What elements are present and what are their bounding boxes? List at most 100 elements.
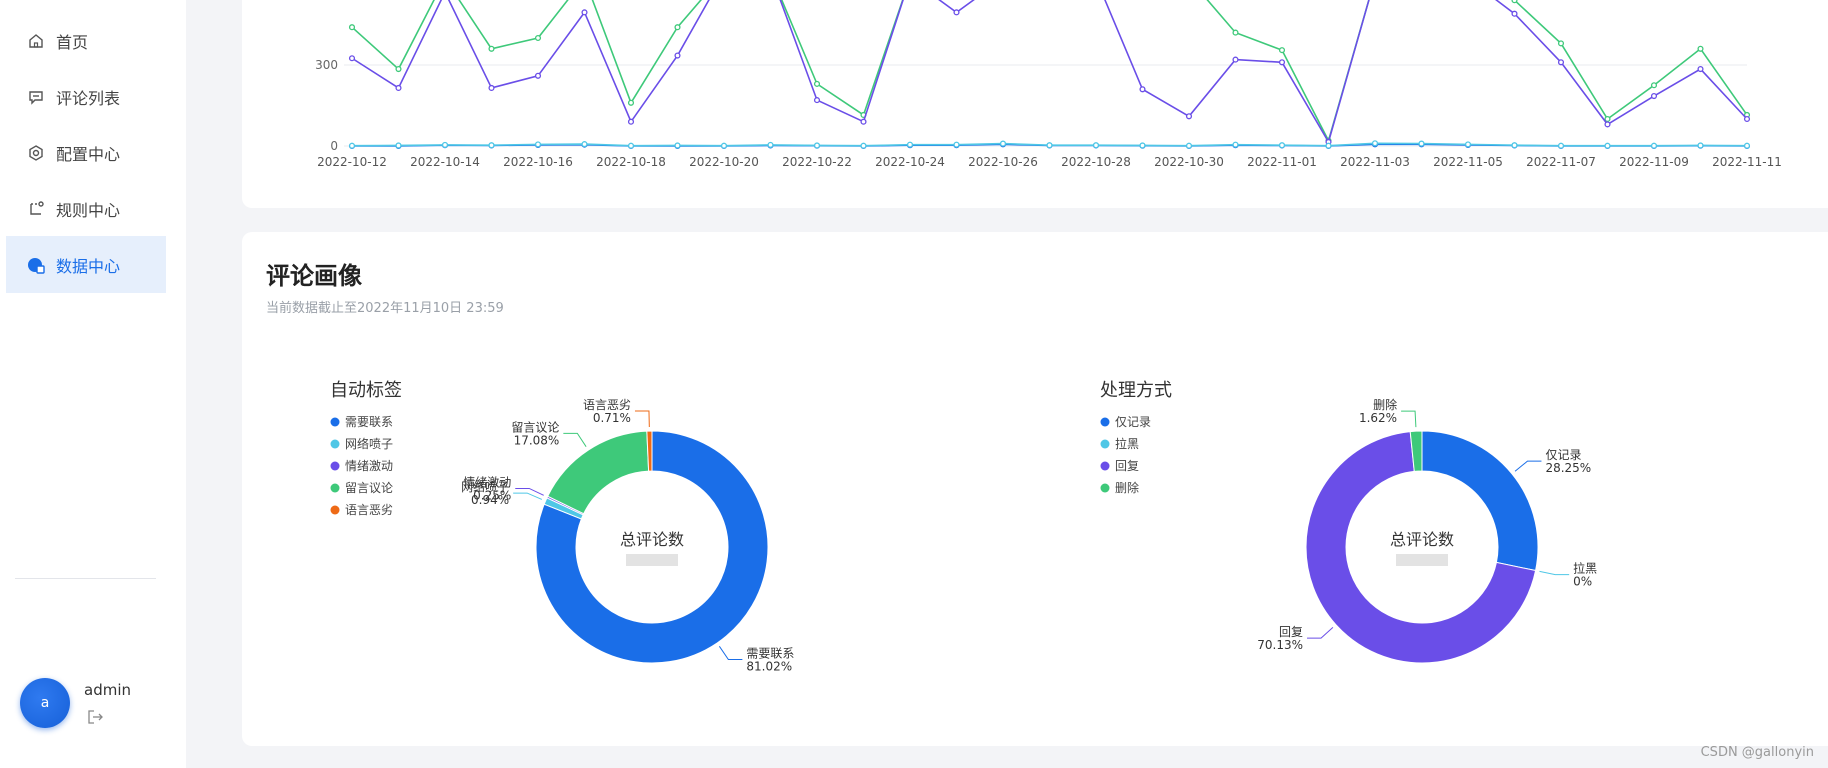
data-point[interactable]	[813, 142, 821, 149]
data-point[interactable]	[488, 45, 495, 52]
legend-item[interactable]: 仅记录	[1115, 415, 1151, 429]
data-point[interactable]	[1278, 59, 1286, 66]
data-point[interactable]	[534, 141, 542, 148]
data-point[interactable]	[627, 99, 635, 106]
sidebar-item-rules[interactable]: 规则中心	[6, 180, 166, 237]
data-point[interactable]	[1557, 40, 1565, 47]
data-point[interactable]	[674, 142, 681, 149]
logout-icon[interactable]	[86, 708, 104, 726]
data-point[interactable]	[1650, 93, 1658, 100]
pie-slice[interactable]	[547, 430, 650, 515]
data-point[interactable]	[581, 9, 588, 16]
data-point[interactable]	[813, 97, 821, 104]
data-point[interactable]	[999, 140, 1007, 147]
data-point[interactable]	[767, 141, 774, 148]
data-icon	[26, 255, 46, 275]
legend-item[interactable]: 网络喷子	[345, 436, 393, 451]
data-point[interactable]	[1232, 141, 1239, 148]
data-point[interactable]	[1371, 140, 1379, 147]
data-point[interactable]	[1743, 142, 1751, 149]
data-point[interactable]	[1139, 86, 1146, 93]
legend-item[interactable]: 语言恶劣	[345, 503, 393, 517]
data-point[interactable]	[1697, 66, 1704, 73]
data-point[interactable]	[860, 142, 867, 149]
data-point[interactable]	[674, 52, 681, 59]
data-point[interactable]	[1185, 142, 1193, 149]
data-point[interactable]	[488, 142, 495, 149]
data-point[interactable]	[1511, 0, 1518, 4]
data-point[interactable]	[1185, 113, 1193, 120]
legend-title: 自动标签	[330, 380, 402, 401]
data-point[interactable]	[1278, 142, 1286, 149]
data-point[interactable]	[1278, 47, 1286, 54]
sidebar-item-home[interactable]: 首页	[6, 12, 166, 69]
legend-item[interactable]: 回复	[1115, 459, 1139, 473]
data-point[interactable]	[720, 142, 728, 149]
slice-percent-label: 0%	[1573, 575, 1592, 589]
data-point[interactable]	[1511, 10, 1518, 17]
x-tick-label: 2022-11-09	[1619, 155, 1689, 169]
donut-center-label: 总评论数	[620, 530, 684, 549]
data-point[interactable]	[627, 118, 635, 125]
data-point[interactable]	[348, 24, 356, 31]
legend-item[interactable]: 留言议论	[345, 481, 393, 495]
data-point[interactable]	[1650, 142, 1658, 149]
data-point[interactable]	[1743, 115, 1751, 123]
x-tick-label: 2022-10-28	[1061, 155, 1131, 169]
data-point[interactable]	[395, 84, 402, 91]
sidebar-item-comment-list[interactable]: 评论列表	[6, 68, 166, 125]
legend-item[interactable]: 拉黑	[1115, 436, 1139, 451]
series-line	[351, 0, 1748, 143]
data-point[interactable]	[1650, 82, 1658, 89]
watermark: CSDN @gallonyin	[1700, 745, 1814, 760]
data-point[interactable]	[813, 80, 821, 87]
legend-item[interactable]: 删除	[1115, 480, 1139, 495]
data-point[interactable]	[1604, 115, 1611, 123]
data-point[interactable]	[581, 141, 588, 148]
data-point[interactable]	[1511, 142, 1518, 149]
sidebar-item-config[interactable]: 配置中心	[6, 124, 166, 181]
data-point[interactable]	[1604, 142, 1611, 149]
x-tick-label: 2022-11-01	[1247, 155, 1317, 169]
data-point[interactable]	[348, 142, 356, 149]
data-point[interactable]	[1325, 142, 1332, 149]
data-point[interactable]	[674, 24, 681, 31]
data-point[interactable]	[1232, 56, 1239, 63]
trend-card: 0 300 2022-10-12 2022-10-14 2022-10-16 2022-1…	[242, 0, 1828, 208]
data-point[interactable]	[1092, 142, 1100, 149]
data-point[interactable]	[534, 34, 542, 42]
legend-item[interactable]: 需要联系	[345, 415, 393, 429]
pie-slice[interactable]	[1421, 430, 1539, 572]
data-point[interactable]	[1418, 140, 1425, 147]
data-point[interactable]	[534, 72, 542, 79]
legend-item[interactable]: 情绪激动	[345, 459, 393, 473]
label-leader-line	[1539, 570, 1570, 576]
data-point[interactable]	[348, 55, 356, 62]
data-point[interactable]	[953, 9, 960, 16]
data-point[interactable]	[1697, 45, 1704, 52]
data-point[interactable]	[1557, 59, 1565, 66]
data-point[interactable]	[441, 141, 449, 148]
data-point[interactable]	[1557, 142, 1565, 149]
avatar[interactable]: a	[20, 678, 70, 728]
data-point[interactable]	[1604, 121, 1611, 128]
data-point[interactable]	[860, 118, 867, 125]
avatar-letter: a	[40, 695, 50, 711]
x-tick-label: 2022-10-14	[410, 155, 480, 169]
data-point[interactable]	[906, 141, 914, 148]
data-point[interactable]	[395, 66, 402, 73]
x-tick-label: 2022-11-07	[1526, 155, 1596, 169]
data-point[interactable]	[1232, 29, 1239, 36]
data-point[interactable]	[953, 141, 960, 148]
data-point[interactable]	[627, 142, 635, 149]
sidebar-item-data-center[interactable]: 数据中心	[6, 236, 166, 293]
data-point[interactable]	[488, 84, 495, 91]
data-point[interactable]	[395, 142, 402, 149]
data-point[interactable]	[1464, 141, 1472, 148]
data-point[interactable]	[1046, 142, 1053, 149]
sidebar: 首页 评论列表 配置中心 规则中心 数据中心 a admin	[0, 0, 186, 768]
data-point[interactable]	[1697, 142, 1704, 149]
data-point[interactable]	[1139, 142, 1146, 149]
x-tick-label: 2022-11-03	[1340, 155, 1410, 169]
x-tick-label: 2022-10-22	[782, 155, 852, 169]
